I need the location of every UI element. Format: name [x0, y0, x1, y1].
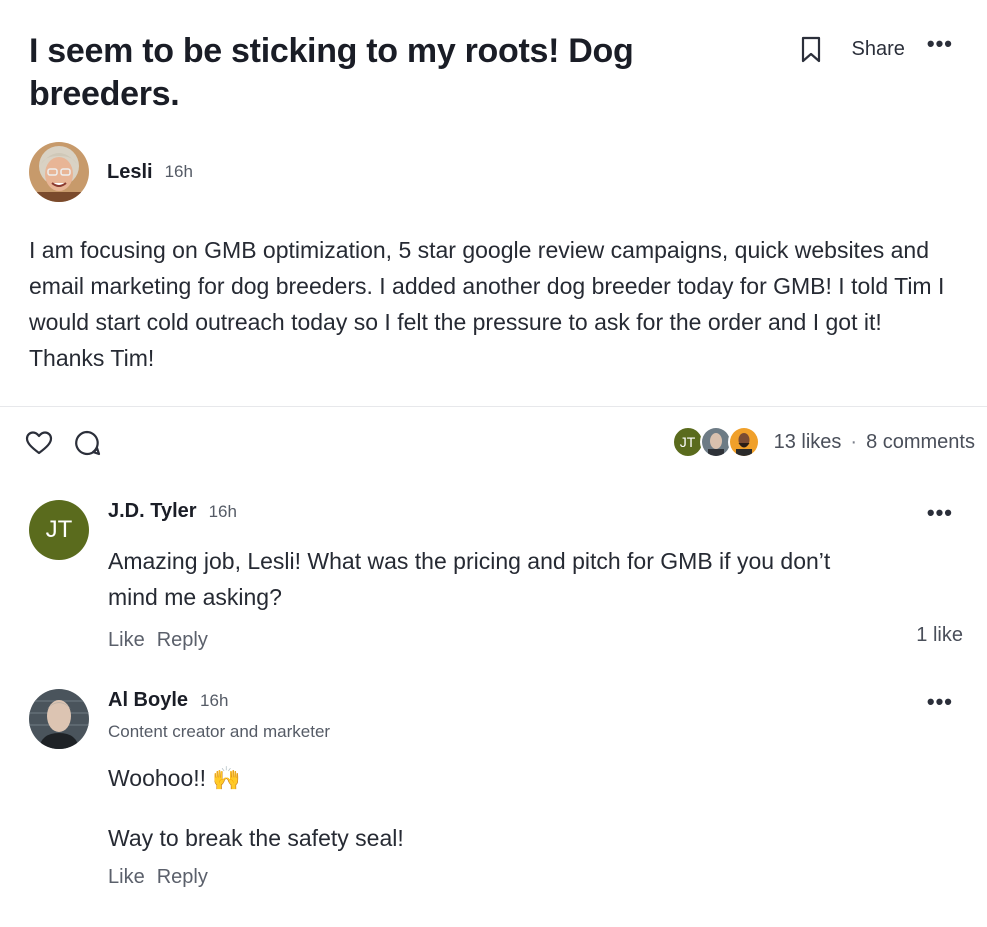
post-time: 16h	[164, 162, 193, 181]
commenter-avatar[interactable]: JT	[29, 500, 89, 560]
heart-icon[interactable]	[24, 428, 54, 458]
comment: Al Boyle 16h Content creator and markete…	[29, 689, 969, 909]
author-name[interactable]: Lesli	[107, 161, 153, 184]
like-button[interactable]: Like	[108, 866, 145, 889]
comment-time: 16h	[200, 691, 229, 710]
comment-time: 16h	[208, 502, 237, 521]
commenter-avatar[interactable]	[29, 689, 89, 749]
liker-avatar: JT	[671, 426, 704, 458]
post-title: I seem to be sticking to my roots! Dog b…	[29, 32, 634, 113]
commenter-name[interactable]: J.D. Tyler	[108, 500, 197, 523]
liker-avatar	[727, 426, 760, 458]
comment-text: Amazing job, Lesli! What was the pricing…	[108, 548, 831, 610]
post-author: Lesli 16h	[29, 142, 193, 202]
comment: JT J.D. Tyler 16h Amazing job, Lesli! Wh…	[29, 500, 969, 660]
likes-count[interactable]: 13 likes	[774, 431, 842, 454]
commenter-name[interactable]: Al Boyle	[108, 689, 188, 712]
post-body: I am focusing on GMB optimization, 5 sta…	[29, 237, 945, 371]
commenter-subtitle: Content creator and marketer	[108, 722, 331, 741]
comment-text: Woohoo!! 🙌	[108, 765, 242, 791]
reply-button[interactable]: Reply	[157, 866, 208, 889]
divider	[0, 406, 987, 407]
comment-more-button[interactable]: •••	[927, 502, 953, 524]
separator: ·	[850, 430, 858, 453]
reaction-bar	[24, 428, 120, 458]
comment-text: Way to break the safety seal!	[108, 825, 404, 851]
liker-avatars[interactable]: JT	[671, 426, 760, 458]
bookmark-icon[interactable]	[798, 34, 824, 64]
reply-button[interactable]: Reply	[157, 629, 208, 652]
comment-more-button[interactable]: •••	[927, 691, 953, 713]
like-button[interactable]: Like	[108, 629, 145, 652]
post-more-button[interactable]: •••	[927, 33, 953, 59]
post-actions: Share •••	[798, 33, 953, 64]
author-avatar[interactable]	[29, 142, 89, 202]
comments-count[interactable]: 8 comments	[866, 431, 975, 454]
liker-avatar	[699, 426, 732, 458]
comment-icon[interactable]	[72, 428, 102, 458]
post-stats: JT 13 likes · 8 comments	[671, 426, 975, 458]
comment-likes[interactable]: 1 like	[916, 624, 963, 647]
share-button[interactable]: Share	[852, 38, 905, 61]
